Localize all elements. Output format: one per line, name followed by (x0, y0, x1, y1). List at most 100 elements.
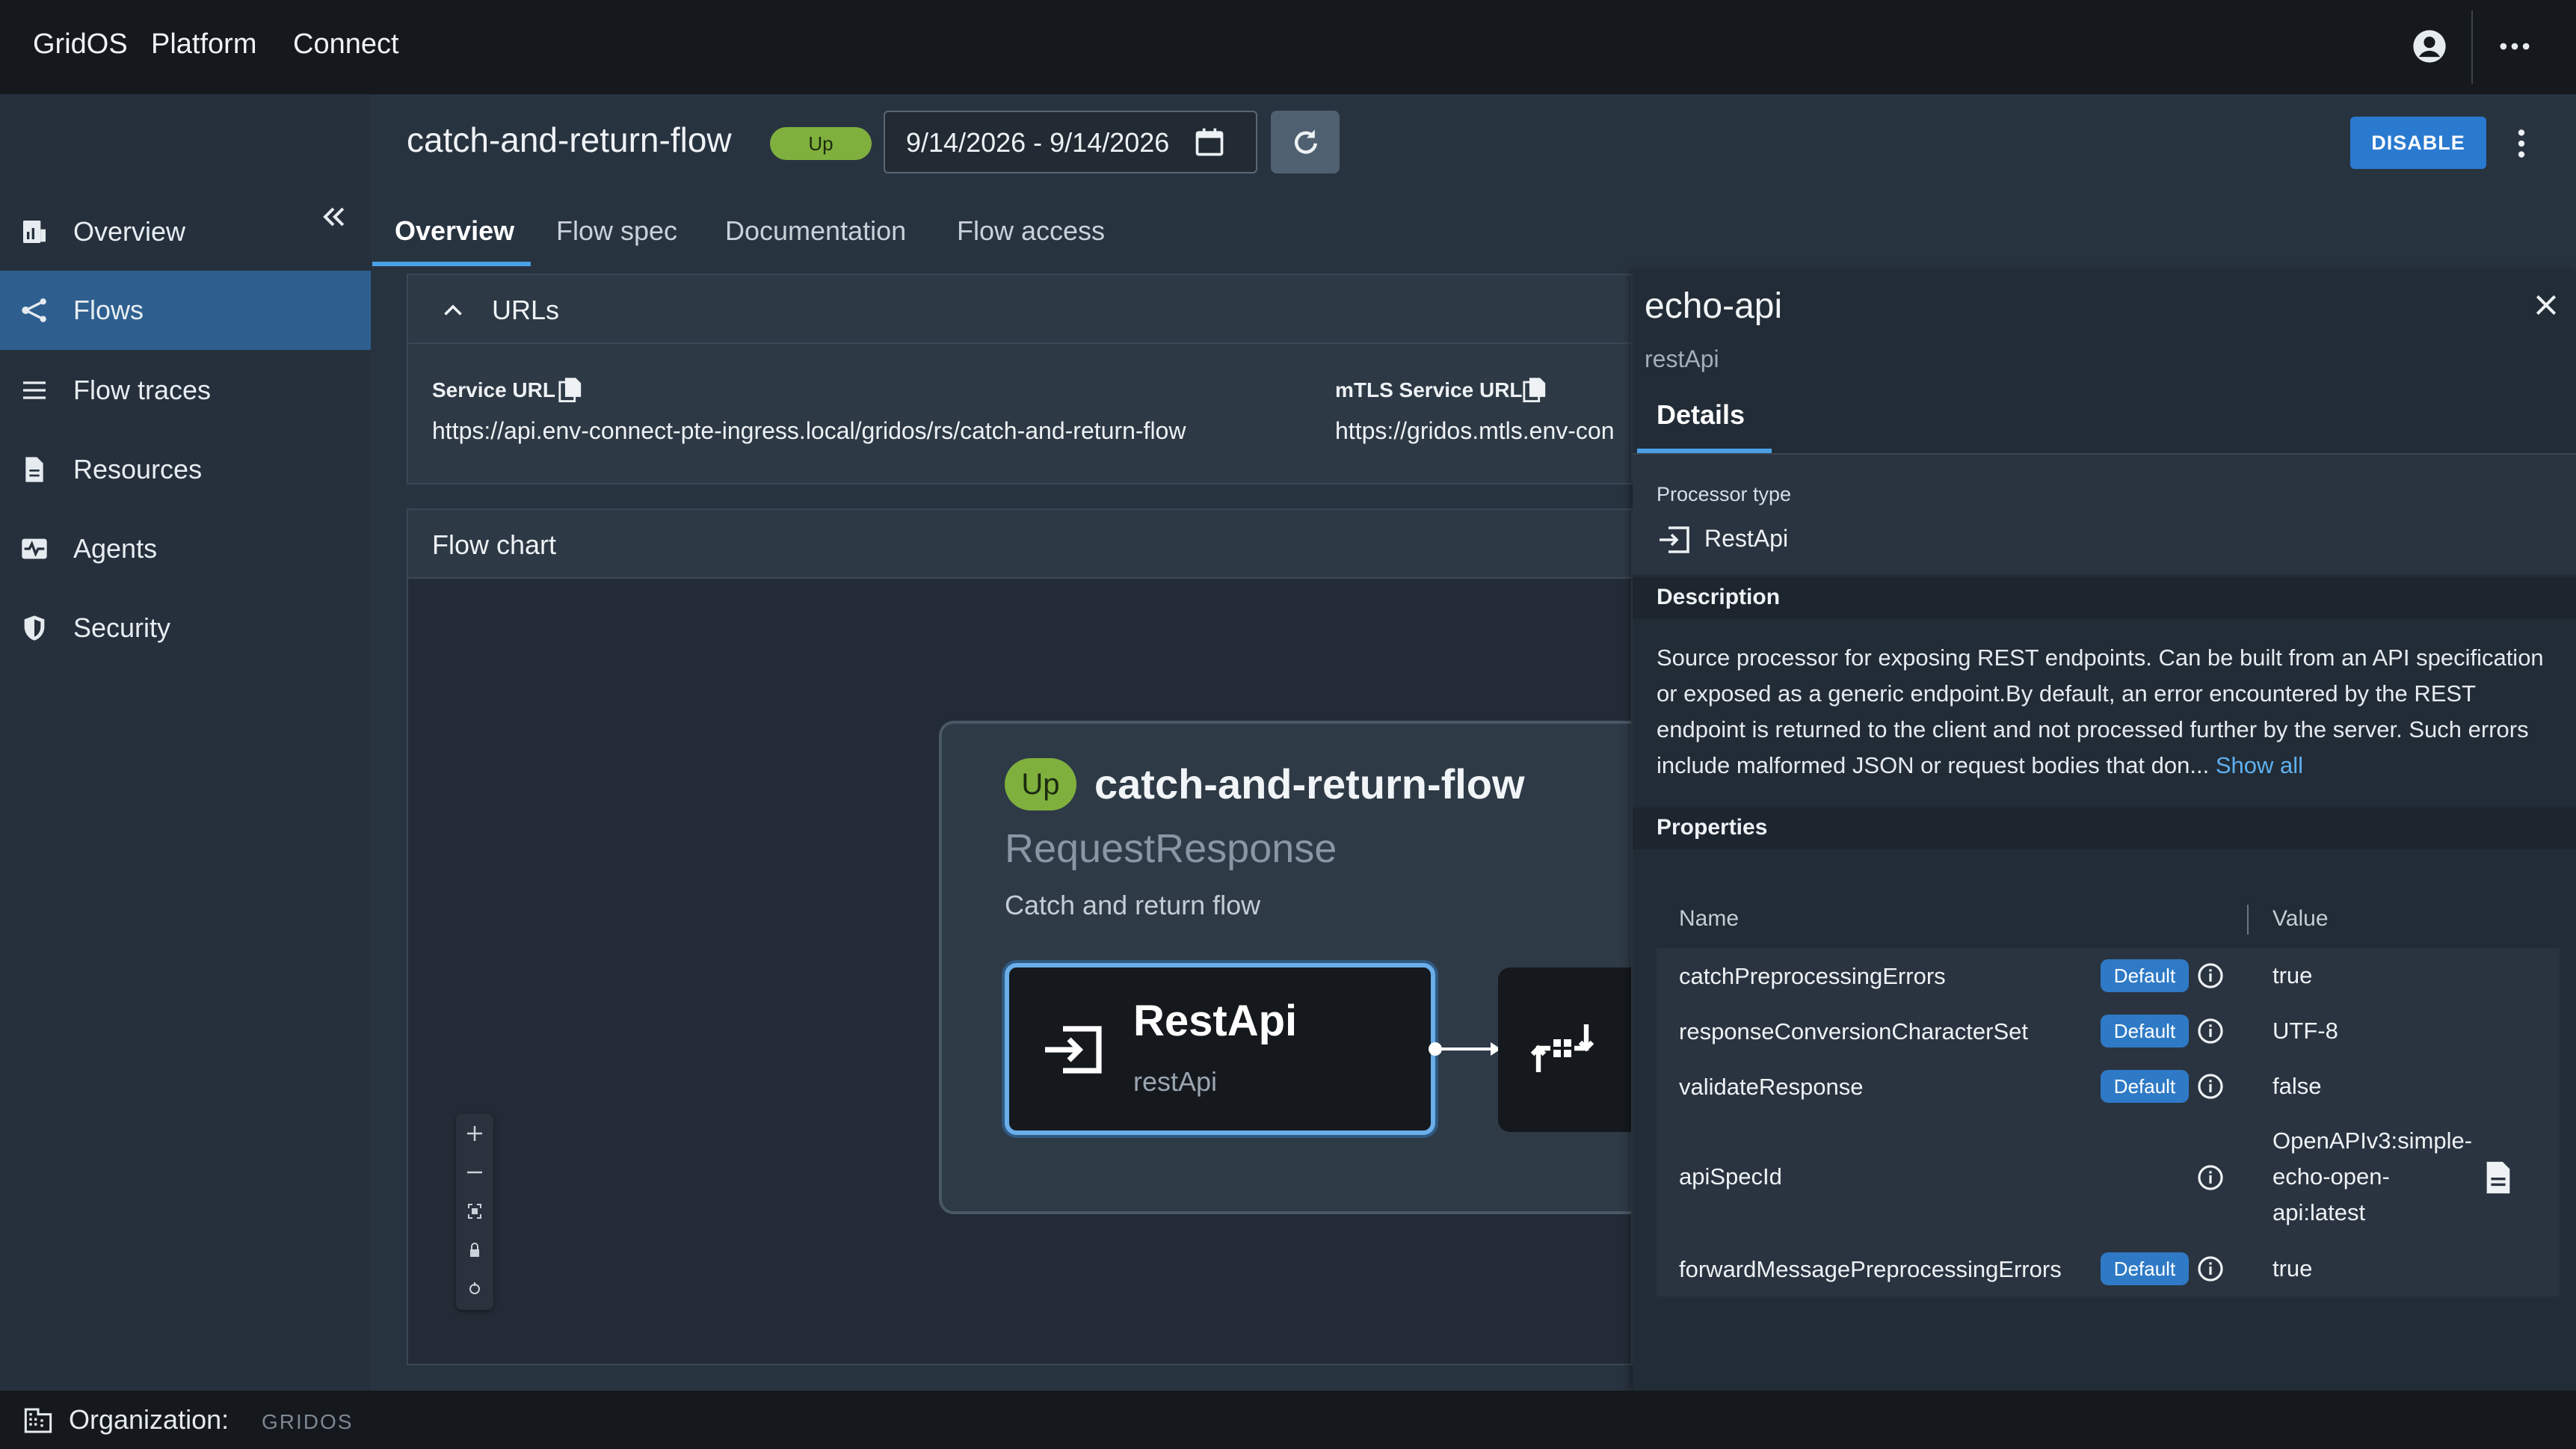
flow-chart-header: Flow chart (408, 510, 1631, 579)
organization-value[interactable]: GRIDOS (262, 1410, 353, 1434)
more-horizontal-icon[interactable] (2495, 27, 2534, 66)
input-icon (1045, 1026, 1102, 1074)
date-range-picker[interactable]: 9/14/2026 - 9/14/2026 (884, 111, 1257, 173)
shield-icon (24, 615, 45, 641)
document-icon (25, 457, 43, 482)
flow-card-type: RequestResponse (1005, 826, 1337, 871)
copy-icon[interactable] (1522, 375, 1547, 404)
property-name: forwardMessagePreprocessingErrors (1679, 1256, 2062, 1282)
property-value: false (2273, 1073, 2322, 1099)
service-url-label: Service URL (432, 378, 555, 402)
tab-details[interactable]: Details (1657, 399, 1745, 431)
flow-chart-panel: Flow chart Up catch-and-return-flow Requ… (407, 508, 1633, 1365)
processor-type-label: Processor type (1657, 483, 1792, 505)
tab-flow-spec[interactable]: Flow spec (556, 215, 677, 247)
tab-overview[interactable]: Overview (395, 215, 514, 247)
zoom-controls (456, 1114, 493, 1310)
document-icon[interactable] (2483, 1160, 2513, 1195)
detail-subtitle: restApi (1645, 345, 1719, 372)
column-header-value: Value (2273, 906, 2329, 931)
urls-header[interactable]: URLs (408, 275, 1631, 344)
status-badge: Up (770, 127, 872, 160)
flow-card[interactable]: Up catch-and-return-flow RequestResponse… (939, 721, 1631, 1214)
mtls-url-label: mTLS Service URL (1335, 378, 1523, 402)
module-name[interactable]: Connect (293, 28, 399, 61)
close-icon[interactable] (2531, 290, 2561, 320)
more-vertical-icon[interactable] (2503, 121, 2540, 166)
column-separator (2247, 905, 2249, 935)
processor-type-block (1633, 455, 2576, 574)
default-badge: Default (2101, 959, 2189, 992)
sidebar: Overview Flows Flow traces Resources Age… (0, 94, 371, 1391)
sidebar-item-security[interactable]: Security (0, 589, 371, 667)
list-icon (23, 381, 46, 399)
tab-flow-access[interactable]: Flow access (957, 215, 1105, 247)
show-all-link[interactable]: Show all (2216, 752, 2303, 778)
page-title: catch-and-return-flow (407, 120, 732, 159)
flow-card-description: Catch and return flow (1005, 890, 1261, 920)
property-name: validateResponse (1679, 1074, 1864, 1100)
sidebar-item-resources[interactable]: Resources (0, 431, 371, 508)
node-subtitle: restApi (1133, 1066, 1218, 1097)
info-icon[interactable] (2196, 1255, 2225, 1283)
active-tab-indicator (372, 262, 531, 266)
processor-type-value: RestApi (1704, 525, 1789, 552)
top-bar: GridOS Platform Connect (0, 0, 2576, 94)
flow-status-badge: Up (1005, 758, 1076, 810)
mtls-url-value: https://gridos.mtls.env-con (1335, 417, 1615, 444)
chevron-up-icon[interactable] (440, 298, 466, 324)
property-name: apiSpecId (1679, 1163, 1782, 1190)
product-name[interactable]: Platform (151, 28, 256, 61)
zoom-out-icon[interactable] (456, 1153, 493, 1192)
sidebar-item-flow-traces[interactable]: Flow traces (0, 351, 371, 429)
property-value: true (2273, 962, 2313, 988)
disable-button[interactable]: DISABLE (2350, 117, 2486, 169)
footer-bar: Organization: GRIDOS (0, 1391, 2576, 1449)
monitor-heart-icon (22, 538, 47, 559)
sidebar-item-flows[interactable]: Flows (0, 271, 371, 350)
sidebar-item-label: Resources (73, 454, 203, 484)
node-connector (1429, 1042, 1501, 1056)
urls-section-label: URLs (492, 295, 560, 325)
organization-label: Organization: (69, 1404, 229, 1435)
property-name: catchPreprocessingErrors (1679, 963, 1946, 989)
column-header-name: Name (1679, 906, 1740, 931)
info-icon[interactable] (2196, 962, 2225, 990)
copy-icon[interactable] (558, 375, 583, 404)
fit-view-icon[interactable] (456, 1192, 493, 1231)
default-badge: Default (2101, 1252, 2189, 1285)
property-name: responseConversionCharacterSet (1679, 1018, 2028, 1045)
property-value: UTF-8 (2273, 1018, 2338, 1044)
zoom-in-icon[interactable] (456, 1114, 493, 1153)
table-row: validateResponse Default false (1657, 1059, 2560, 1116)
description-text: Source processor for exposing REST endpo… (1657, 640, 2554, 784)
flow-chart-label: Flow chart (432, 529, 557, 560)
properties-label: Properties (1657, 815, 1768, 840)
input-icon (1660, 526, 1689, 553)
processor-node-transform[interactable] (1498, 967, 1631, 1132)
default-badge: Default (2101, 1015, 2189, 1047)
brand-name[interactable]: GridOS (33, 28, 128, 61)
processor-node-restapi[interactable]: RestApi restApi (1005, 963, 1435, 1135)
sidebar-item-label: Security (73, 612, 171, 643)
urls-panel: URLs Service URL https://api.env-connect… (407, 274, 1633, 484)
service-url-value: https://api.env-connect-pte-ingress.loca… (432, 417, 1186, 444)
dashboard-icon (23, 221, 46, 243)
date-range-value: 9/14/2026 - 9/14/2026 (906, 127, 1170, 158)
description-label: Description (1657, 585, 1781, 609)
lock-icon[interactable] (456, 1231, 493, 1270)
flow-card-title: catch-and-return-flow (1094, 760, 1525, 807)
refresh-button[interactable] (1271, 111, 1340, 173)
detail-title: echo-api (1645, 286, 1783, 326)
sidebar-item-agents[interactable]: Agents (0, 510, 371, 588)
table-row: apiSpecId OpenAPIv3:simple-echo-open-api… (1657, 1114, 2560, 1243)
account-circle-icon[interactable] (2410, 27, 2449, 66)
info-icon[interactable] (2196, 1072, 2225, 1101)
info-icon[interactable] (2196, 1163, 2225, 1192)
reset-view-icon[interactable] (456, 1270, 493, 1308)
default-badge: Default (2101, 1070, 2189, 1103)
sidebar-item-overview[interactable]: Overview (0, 193, 371, 271)
info-icon[interactable] (2196, 1017, 2225, 1045)
tab-documentation[interactable]: Documentation (725, 215, 906, 247)
calendar-icon[interactable] (1193, 126, 1226, 159)
